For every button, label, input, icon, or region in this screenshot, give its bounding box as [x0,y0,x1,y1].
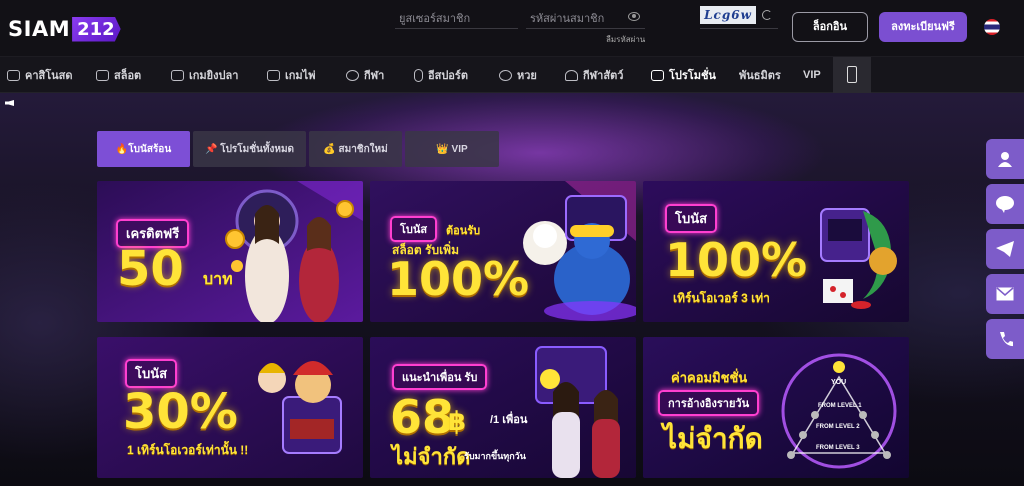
tab-label: 🔥โบนัสร้อน [115,143,172,155]
captcha-input[interactable] [700,28,778,29]
nav-label: สล็อต [114,70,142,82]
baht-symbol: ฿ [448,407,467,437]
turnover-label: เทิร์นโอเวอร์ 3 เท่า [673,291,770,305]
nav-item-esports[interactable]: อีสปอร์ต [414,57,468,93]
level-3-label: FROM LEVEL 3 [816,445,860,451]
tab-label: 👑 VIP [436,143,468,155]
promo-card-bonus-100[interactable]: โบนัส 100% เทิร์นโอเวอร์ 3 เท่า [643,181,909,322]
level-1-label: FROM LEVEL 1 [818,403,862,409]
nav-label: คาสิโนสด [25,70,73,82]
you-label: YOU [831,379,847,386]
promo-amount: 50 [117,241,184,297]
daily-more-label: รับมากขึ้นทุกวัน [464,451,526,461]
promo-card-referral[interactable]: แนะนำเพื่อน รับ 68 ฿ /1 เพื่อน ไม่จำกัด … [370,337,636,478]
nav-label: กีฬาสัตว์ [583,70,624,82]
side-email-button[interactable] [986,274,1024,314]
soccer-ball-icon [346,69,359,81]
bonus-badge: โบนัส [390,216,438,242]
eye-icon[interactable] [628,12,640,21]
promo-card-commission[interactable]: ค่าคอมมิชชั่น การอ้างอิงรายวัน ไม่จำกัด … [643,337,909,478]
nav-label: โปรโมชั่น [669,70,716,82]
side-user-button[interactable] [986,139,1024,179]
bonus-badge: โบนัส [665,204,718,233]
promo-percent: 30% [123,384,238,440]
promo-card-free-credit[interactable]: เครดิตฟรี 50 บาท [97,181,363,322]
gift-icon [651,69,664,81]
unlimited-label: ไม่จำกัด [392,444,471,469]
tab-all-promotions[interactable]: 📌 โปรโมชั่นทั้งหมด [193,131,306,167]
referral-badge: แนะนำเพื่อน รับ [392,364,488,390]
nav-item-partner[interactable]: พันธมิตร [739,57,781,93]
line-icon [996,196,1014,213]
nav-label: อีสปอร์ต [428,70,468,82]
nav-item-promotion[interactable]: โปรโมชั่น [651,57,716,93]
lottery-icon [499,69,512,81]
tab-label: 📌 โปรโมชั่นทั้งหมด [204,143,295,155]
password-input[interactable] [526,9,645,29]
side-phone-button[interactable] [986,319,1024,359]
nav-label: เกมยิงปลา [189,70,239,82]
mobile-phone-icon [847,66,857,83]
phone-icon [1000,332,1013,347]
nav-item-fishing[interactable]: เกมยิงปลา [171,57,238,93]
captcha-image: Lcg6w [700,6,756,24]
main-nav: คาสิโนสด สล็อต เกมยิงปลา เกมไพ่ กีฬา อีส… [0,57,1024,93]
register-button[interactable]: ลงทะเบียนฟรี [879,12,967,42]
tab-new-member[interactable]: 💰 สมาชิกใหม่ [309,131,402,167]
nav-label: พันธมิตร [739,70,781,82]
user-icon [998,152,1012,167]
fish-icon [171,69,184,81]
unlimited-label: ไม่จำกัด [663,423,763,454]
nav-item-cards[interactable]: เกมไพ่ [267,57,315,93]
referral-amount: 68 [390,390,455,444]
promo-card-slot-welcome[interactable]: โบนัส ต้อนรับ สล็อต รับเพิ่ม 100% [370,181,636,322]
logo-number: 212 [72,16,121,42]
nav-item-live-casino[interactable]: คาสิโนสด [7,57,73,93]
tab-hot-bonus[interactable]: 🔥โบนัสร้อน [97,131,190,167]
nav-label: หวย [517,70,537,82]
logo-text: SIAM [8,17,71,41]
thai-flag-icon[interactable] [984,19,1000,35]
cards-icon [267,69,280,81]
refresh-icon[interactable] [762,10,772,20]
casino-icon [7,69,20,81]
promo-percent: 100% [665,233,808,287]
nav-label: VIP [803,69,821,81]
site-logo[interactable]: SIAM 212 [8,14,121,44]
nav-label: กีฬา [364,70,385,82]
nav-item-animal-sports[interactable]: กีฬาสัตว์ [565,57,623,93]
promo-card-bonus-30[interactable]: โบนัส 30% 1 เทิร์นโอเวอร์เท่านั้น !! [97,337,363,478]
turnover-label: 1 เทิร์นโอเวอร์เท่านั้น !! [127,443,249,457]
email-icon [996,287,1014,301]
commission-title: ค่าคอมมิชชั่น [671,370,748,385]
username-input[interactable] [395,9,518,29]
level-2-label: FROM LEVEL 2 [816,424,860,430]
tab-vip[interactable]: 👑 VIP [405,131,499,167]
nav-item-lottery[interactable]: หวย [499,57,537,93]
rooster-icon [565,69,578,81]
slot-icon [96,69,109,81]
login-button[interactable]: ล็อกอิน [792,12,868,42]
nav-item-sports[interactable]: กีฬา [346,57,384,93]
daily-referral-badge: การอ้างอิงรายวัน [658,390,760,416]
nav-item-slot[interactable]: สล็อต [96,57,141,93]
nav-mobile-button[interactable] [833,57,871,93]
telegram-icon [996,241,1014,257]
side-line-button[interactable] [986,184,1024,224]
promo-percent: 100% [387,252,530,306]
welcome-label: ต้อนรับ [446,225,481,237]
mouse-icon [414,68,423,82]
nav-label: เกมไพ่ [285,70,316,82]
tab-label: 💰 สมาชิกใหม่ [323,143,388,155]
side-telegram-button[interactable] [986,229,1024,269]
nav-item-vip[interactable]: VIP [803,57,821,93]
per-friend-label: /1 เพื่อน [490,414,528,426]
promo-unit: บาท [203,271,233,288]
header: SIAM 212 ลืมรหัสผ่าน Lcg6w ล็อกอิน ลงทะเ… [0,0,1024,57]
forgot-password-link[interactable]: ลืมรหัสผ่าน [606,33,645,46]
